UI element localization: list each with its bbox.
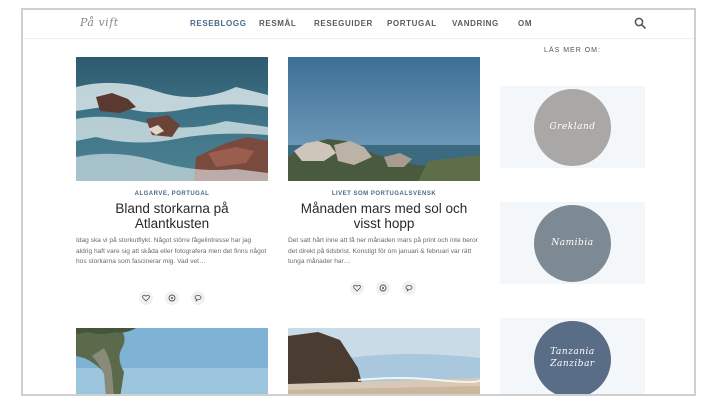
post-title[interactable]: Månaden mars med sol och visst hopp [281,201,487,231]
destination-label-line: Zanzibar [550,359,595,369]
page-frame: På vift RESEBLOGG RESMÅL RESEGUIDER PORT… [21,8,696,396]
post-title-line: Bland storkarna på [115,201,229,216]
destination-card-tanzania[interactable]: Tanzania Zanzibar [500,318,645,394]
nav-item-om[interactable]: OM [518,19,532,28]
nav-item-reseblogg[interactable]: RESEBLOGG [190,19,247,28]
nav-item-vandring[interactable]: VANDRING [452,19,499,28]
post-title-line: Månaden mars med sol och [300,201,468,216]
nav-item-portugal[interactable]: PORTUGAL [387,19,437,28]
headland-photo [288,57,480,181]
comment-icon[interactable] [402,281,416,295]
post-categories[interactable]: ALGARVE, PORTUGAL [76,191,268,197]
heart-icon[interactable] [350,281,364,295]
pinterest-icon[interactable] [376,281,390,295]
comment-icon[interactable] [191,291,205,305]
pinterest-icon[interactable] [165,291,179,305]
tree-photo [76,328,268,394]
post-image-march[interactable] [288,57,480,181]
post-title-line: visst hopp [353,216,415,231]
post-title-line: Atlantkusten [134,216,210,231]
destination-circle[interactable]: Namibia [534,205,611,282]
coast-photo [76,57,268,181]
post-image-tree[interactable] [76,328,268,394]
top-navigation: På vift RESEBLOGG RESMÅL RESEGUIDER PORT… [23,10,694,39]
heart-icon[interactable] [139,291,153,305]
destination-circle[interactable]: Grekland [534,89,611,166]
post-excerpt: Idag ska vi på storkutflykt. Något störr… [76,237,267,265]
nav-item-reseguider[interactable]: RESEGUIDER [314,19,373,28]
nav-item-resmal[interactable]: RESMÅL [259,19,296,28]
post-excerpt: Det satt hårt inne att få ner månaden ma… [288,237,478,265]
sidebar-title: LÄS MER OM: [544,47,601,54]
destination-label-line: Tanzania [550,347,595,357]
post-categories[interactable]: LIVET SOM PORTUGALSVENSK [288,191,480,197]
post-title[interactable]: Bland storkarna på Atlantkusten [76,201,268,231]
destination-card-namibia[interactable]: Namibia [500,202,645,284]
search-icon[interactable] [634,17,646,29]
destination-label: Namibia [551,238,594,248]
beach-photo [288,328,480,394]
destination-circle[interactable]: Tanzania Zanzibar [534,321,611,394]
destination-card-grekland[interactable]: Grekland [500,86,645,168]
site-logo[interactable]: På vift [80,16,119,29]
destination-label: Grekland [549,122,596,132]
post-image-storks[interactable] [76,57,268,181]
post-image-beach[interactable] [288,328,480,394]
